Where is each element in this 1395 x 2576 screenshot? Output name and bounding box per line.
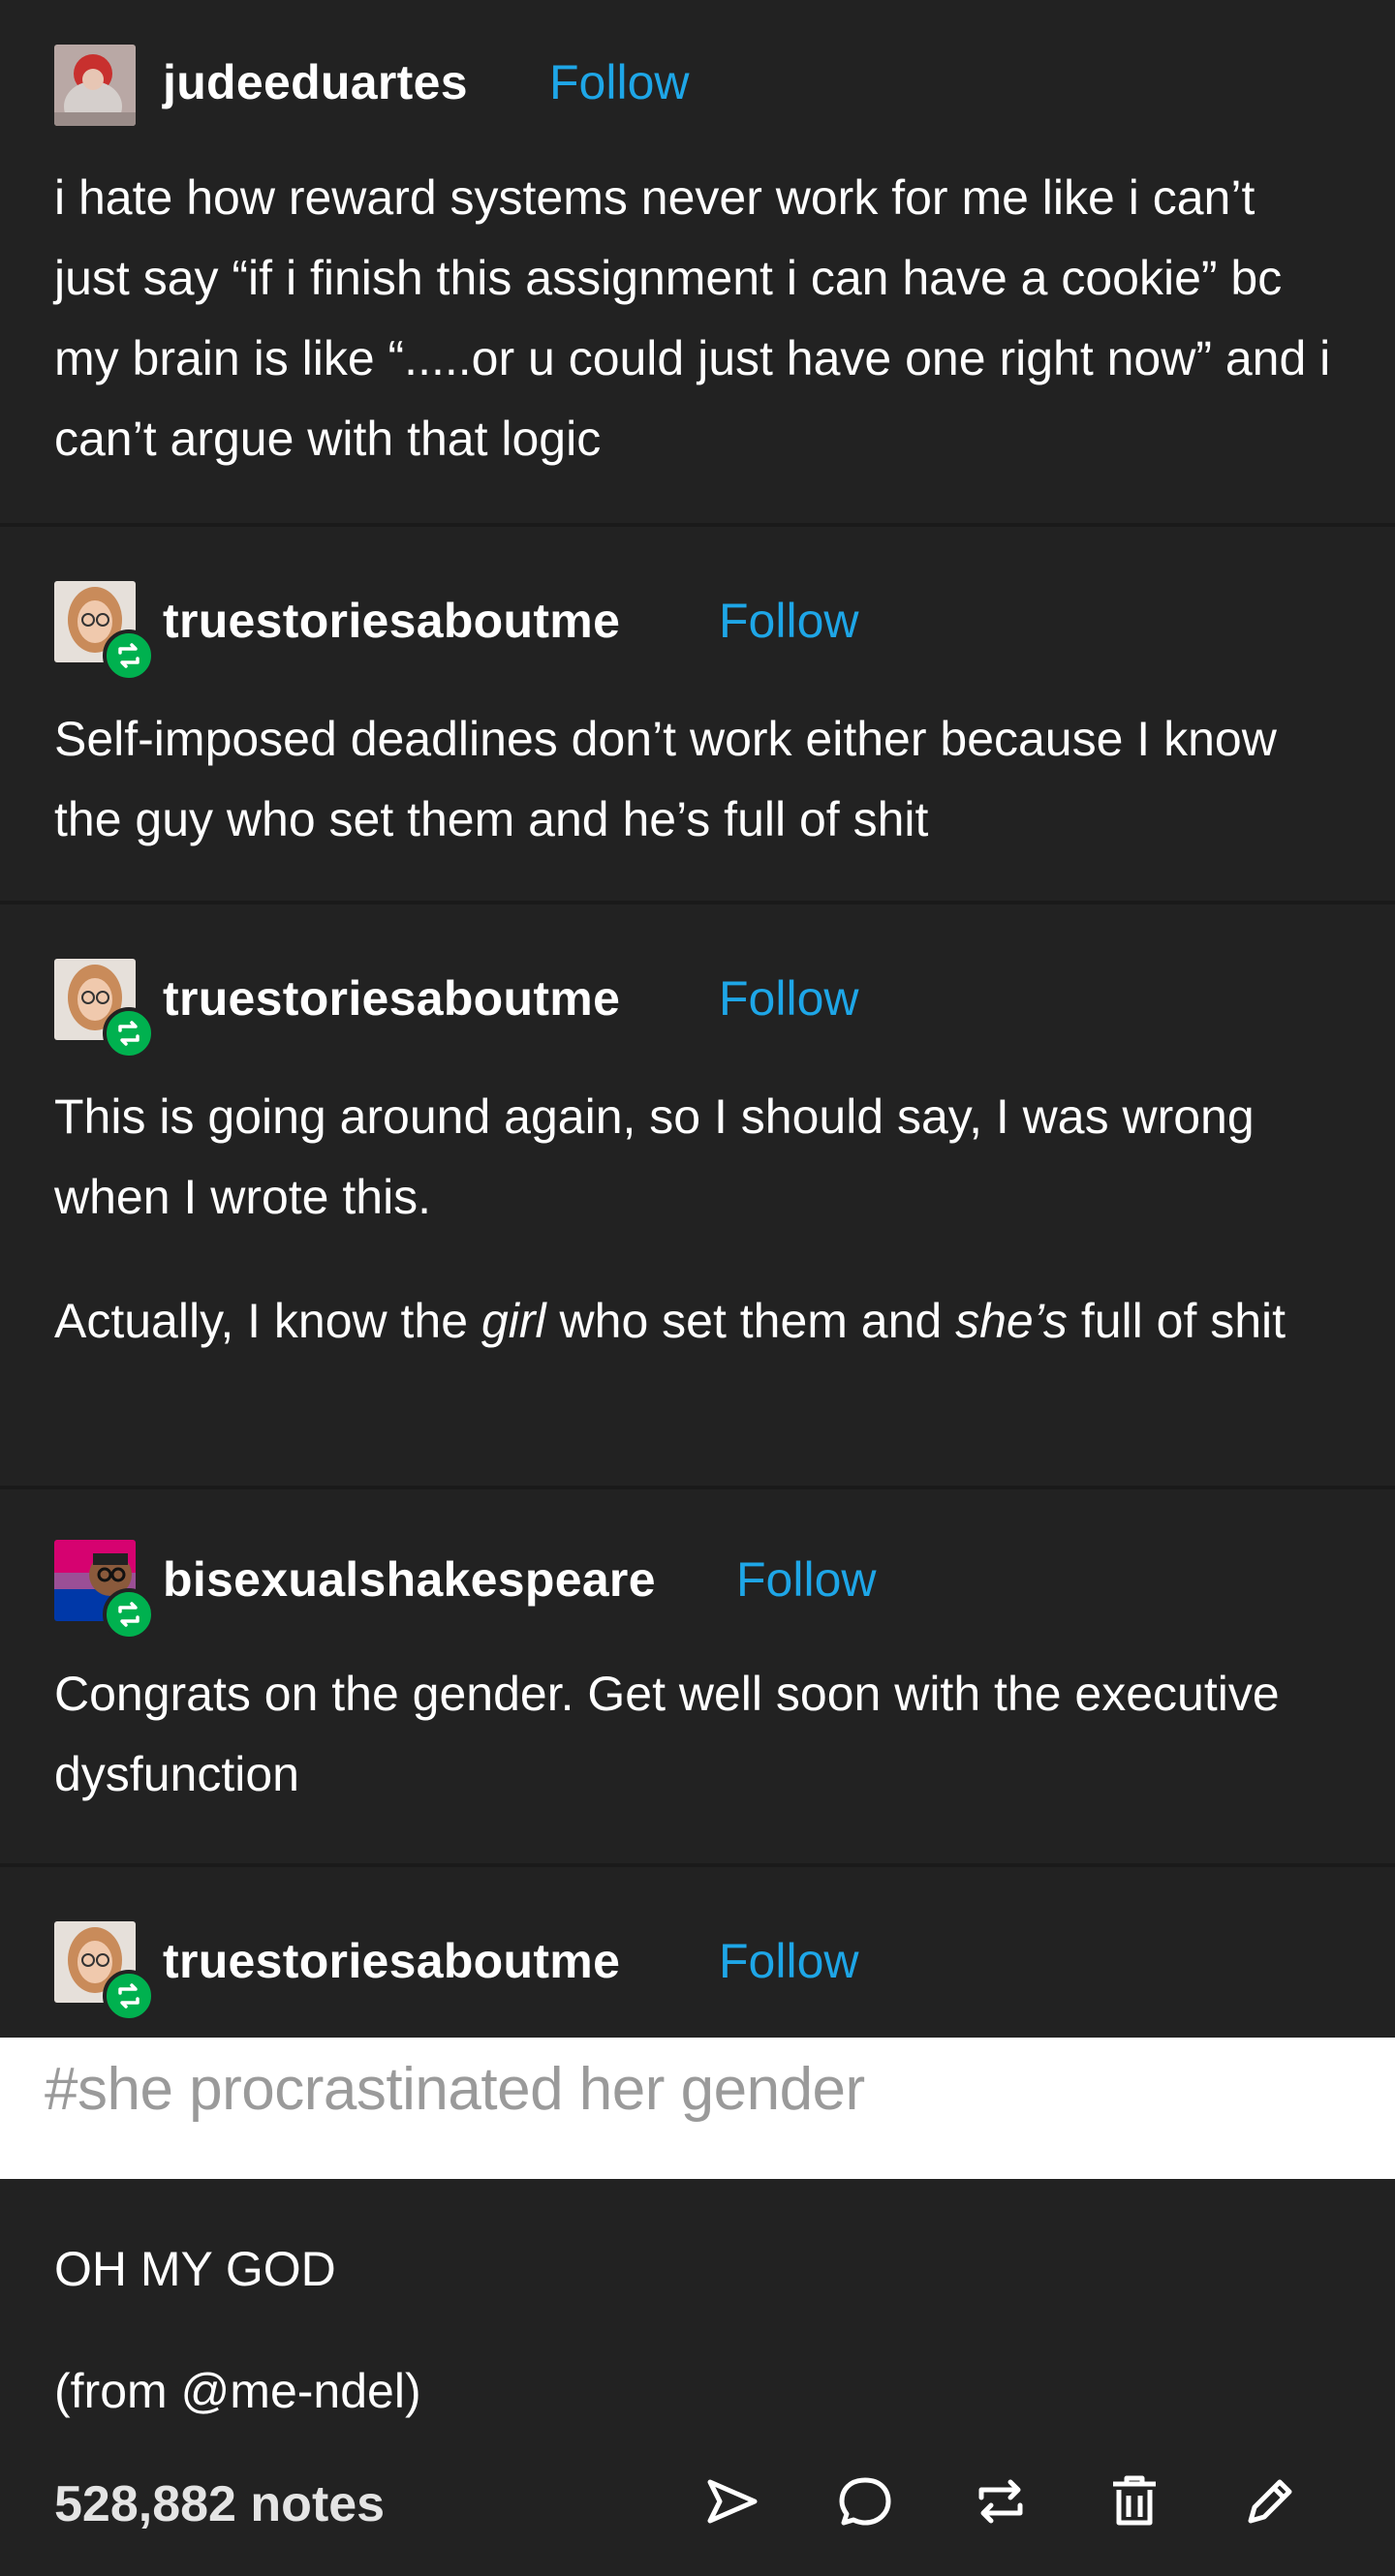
send-icon[interactable]: [698, 2468, 765, 2535]
comment-icon[interactable]: [831, 2468, 899, 2535]
post-header: truestoriesaboutme Follow: [54, 1921, 1314, 2022]
username[interactable]: truestoriesaboutme: [163, 970, 620, 1027]
post-4: bisexualshakespeare Follow Congrats on t…: [0, 1489, 1395, 1867]
username[interactable]: bisexualshakespeare: [163, 1551, 656, 1608]
post-header: bisexualshakespeare Follow: [54, 1540, 1314, 1641]
post-body: Congrats on the gender. Get well soon wi…: [54, 1667, 1280, 1801]
post-5: truestoriesaboutme Follow: [0, 1867, 1395, 2041]
post-header: truestoriesaboutme Follow: [54, 581, 1314, 682]
reblog-badge-icon: [103, 1007, 155, 1059]
tag-text[interactable]: #she procrastinated her gender: [45, 2055, 865, 2124]
post-3: truestoriesaboutme Follow This is going …: [0, 905, 1395, 1489]
username[interactable]: truestoriesaboutme: [163, 1933, 620, 1989]
notes-count[interactable]: 528,882 notes: [54, 2475, 385, 2533]
reblog-badge-icon: [103, 1588, 155, 1641]
post-2: truestoriesaboutme Follow Self-imposed d…: [0, 527, 1395, 905]
avatar[interactable]: [54, 45, 136, 126]
follow-button[interactable]: Follow: [719, 593, 858, 649]
follow-button[interactable]: Follow: [719, 1933, 858, 1989]
tag-bar: #she procrastinated her gender: [0, 2038, 1395, 2179]
reblog-icon[interactable]: [967, 2468, 1035, 2535]
follow-button[interactable]: Follow: [719, 970, 858, 1027]
post-header: truestoriesaboutme Follow: [54, 959, 1314, 1059]
reblog-badge-icon: [103, 629, 155, 682]
post-body: This is going around again, so I should …: [54, 1089, 1286, 1348]
post-header: judeeduartes Follow: [54, 45, 1314, 132]
post-body: Self-imposed deadlines don’t work either…: [54, 712, 1277, 846]
source-text: (from @me-ndel): [54, 2364, 421, 2418]
follow-button[interactable]: Follow: [549, 54, 689, 110]
reblog-badge-icon: [103, 1970, 155, 2022]
username[interactable]: judeeduartes: [163, 54, 468, 110]
post-1: judeeduartes Follow i hate how reward sy…: [0, 0, 1395, 527]
follow-button[interactable]: Follow: [736, 1551, 876, 1608]
trash-icon[interactable]: [1100, 2468, 1168, 2535]
username[interactable]: truestoriesaboutme: [163, 593, 620, 649]
edit-icon[interactable]: [1236, 2468, 1304, 2535]
post-body: i hate how reward systems never work for…: [54, 170, 1331, 466]
reply-text: OH MY GOD: [54, 2242, 336, 2296]
